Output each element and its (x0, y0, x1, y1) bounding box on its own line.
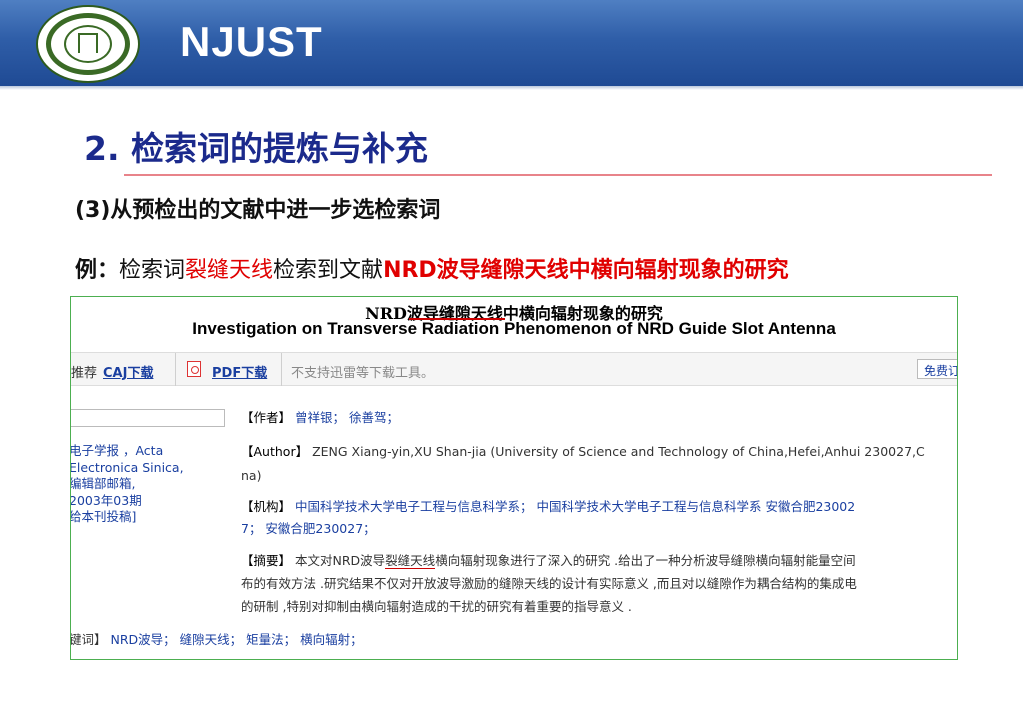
abstract-row-2: 布的有效方法 .研究结果不仅对开放波导激励的缝隙天线的设计有实际意义 ,而且对以… (241, 575, 857, 593)
abstract-row-3: 的研制 ,特别对抑制由横向辐射造成的干扰的研究有着重要的指导意义 . (241, 598, 632, 616)
heading-divider (124, 174, 992, 176)
recommend-label: 推荐 (71, 366, 98, 381)
author-label: 【作者】 (241, 410, 292, 425)
org-link-2[interactable]: 7； 安徽合肥230027； (241, 521, 376, 536)
author-row: 【作者】 曾祥银； 徐善驾； (241, 409, 399, 427)
source-line: 编辑部邮箱, (70, 476, 136, 491)
abstract-text-a: 本文对NRD波导 (295, 553, 386, 568)
source-line: 给本刊投稿] (70, 509, 137, 524)
author-en-text-2: na) (241, 468, 262, 483)
example-text-2: 检索到文献 (273, 258, 384, 283)
pdf-download-link[interactable]: PDF下载 (212, 362, 267, 381)
abstract-text-3: 的研制 ,特别对抑制由横向辐射造成的干扰的研究有着重要的指导意义 . (241, 599, 632, 614)
abstract-text-b: 横向辐射现象进行了深入的研究 .给出了一种分析波导缝隙横向辐射能量空间 (435, 553, 856, 568)
source-line: 2003年03期 (70, 492, 142, 508)
source-line: Electronica Sinica, (70, 459, 184, 475)
author-en-row: 【Author】 ZENG Xiang-yin,XU Shan-jia (Uni… (241, 443, 925, 461)
divider (175, 353, 176, 386)
example-paper-title: NRD波导缝隙天线中横向辐射现象的研究 (383, 258, 789, 283)
pdf-icon[interactable] (187, 361, 201, 377)
org-row-2: 7； 安徽合肥230027； (241, 520, 376, 538)
slide-subheading: (3)从预检出的文献中进一步选检索词 (75, 198, 441, 223)
org-link[interactable]: 中国科学技术大学电子工程与信息科学系； 中国科学技术大学电子工程与信息科学系 安… (295, 499, 855, 514)
paper-title-en: Investigation on Transverse Radiation Ph… (192, 319, 836, 338)
divider (281, 353, 282, 386)
abstract-row: 【摘要】 本文对NRD波导裂缝天线横向辐射现象进行了深入的研究 .给出了一种分析… (241, 552, 856, 570)
example-text-1: 检索词 (119, 258, 186, 283)
free-order-button[interactable]: 免费订 (917, 359, 957, 379)
journal-source[interactable]: 电子学报 ，Acta Electronica Sinica, 编辑部邮箱, 20… (70, 443, 184, 526)
keywords-row: 键词】 NRD波导； 缝隙天线； 矩量法； 横向辐射； (70, 629, 363, 648)
search-input[interactable] (71, 409, 225, 427)
abstract-text-2: 布的有效方法 .研究结果不仅对开放波导激励的缝隙天线的设计有实际意义 ,而且对以… (241, 576, 857, 591)
abstract-highlight: 裂缝天线 (385, 553, 436, 569)
example-label: 例： (75, 258, 120, 283)
example-line: 例：检索词裂缝天线检索到文献NRD波导缝隙天线中横向辐射现象的研究 (75, 252, 789, 284)
org-label: 【机构】 (241, 499, 292, 514)
download-note: 不支持迅雷等下载工具。 (291, 366, 435, 381)
paper-screenshot-panel: NRD波导缝隙天线中横向辐射现象的研究 Investigation on Tra… (70, 296, 958, 660)
download-bar: 推荐 CAJ下载 PDF下载 不支持迅雷等下载工具。 免费订 (71, 352, 957, 386)
source-line: 电子学报 ，Acta (70, 443, 164, 458)
header-shadow (0, 86, 1023, 90)
example-keyword: 裂缝天线 (185, 258, 274, 283)
abstract-label: 【摘要】 (241, 553, 292, 568)
header-bar: NJUST (0, 0, 1023, 86)
author-en-label: 【Author】 (241, 444, 309, 459)
university-seal-logo (36, 5, 140, 83)
author-links[interactable]: 曾祥银； 徐善驾； (295, 410, 399, 425)
author-en-row-2: na) (241, 467, 261, 485)
author-en-text: ZENG Xiang-yin,XU Shan-jia (University o… (312, 444, 925, 459)
brand-title: NJUST (180, 18, 323, 65)
slide-heading: 2. 检索词的提炼与补充 (84, 129, 428, 168)
keywords-links[interactable]: NRD波导； 缝隙天线； 矩量法； 横向辐射； (111, 632, 363, 647)
keywords-label: 键词】 (70, 632, 107, 647)
caj-download-link[interactable]: CAJ下载 (103, 362, 153, 381)
org-row: 【机构】 中国科学技术大学电子工程与信息科学系； 中国科学技术大学电子工程与信息… (241, 498, 855, 516)
